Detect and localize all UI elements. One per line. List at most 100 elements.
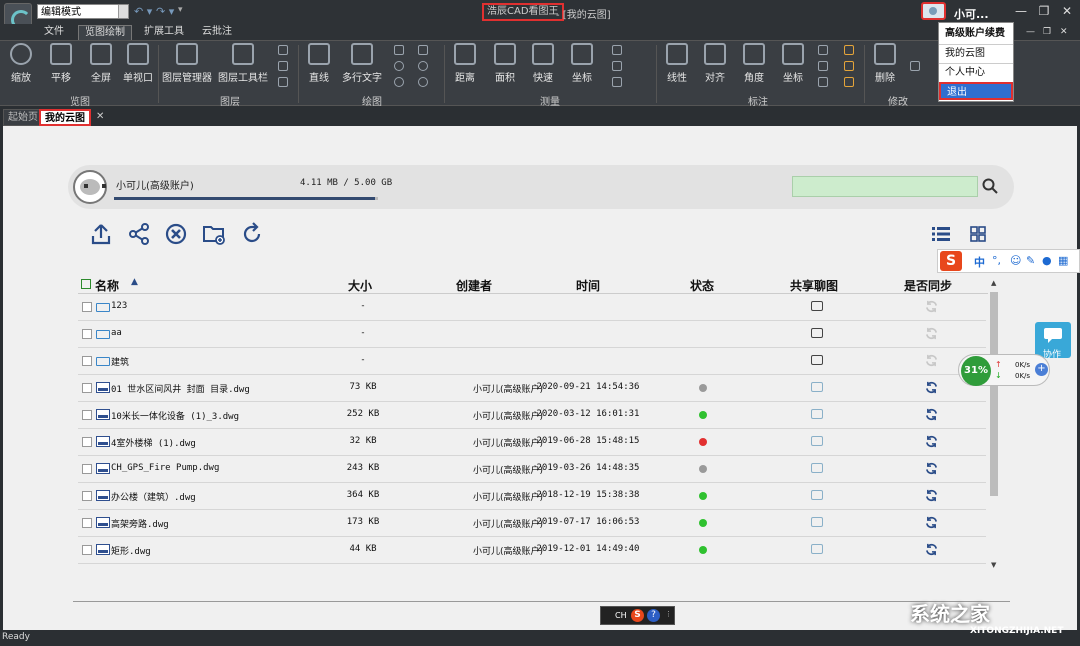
share-chat-icon[interactable] <box>811 409 823 419</box>
column-sync[interactable]: 是否同步 <box>904 277 952 294</box>
menu-cloud-annotate[interactable]: 云批注 <box>196 25 238 40</box>
fullscreen-button[interactable]: 全屏 <box>86 43 116 84</box>
layer-small-icon[interactable] <box>278 45 288 55</box>
mtext-button[interactable]: 多行文字 <box>340 43 384 84</box>
sync-icon[interactable] <box>925 489 938 502</box>
file-name[interactable]: CH_GPS_Fire Pump.dwg <box>111 463 219 473</box>
options-icon[interactable]: ⋮ <box>665 610 672 618</box>
menu-view-draw[interactable]: 览图绘制 <box>78 25 132 40</box>
mark-small-icon[interactable] <box>818 61 828 71</box>
table-row[interactable]: 矩形.dwg 44 KB 小可儿(高级账户) 2019-12-01 14:49:40 <box>78 537 986 564</box>
menu-file[interactable]: 文件 <box>38 25 70 40</box>
refresh-icon[interactable] <box>240 222 264 246</box>
sync-icon[interactable] <box>925 327 938 340</box>
sync-icon[interactable] <box>925 408 938 421</box>
single-viewport-button[interactable]: 单视口 <box>121 43 155 84</box>
help-icon[interactable]: ? <box>647 609 660 622</box>
scrollbar-thumb[interactable] <box>990 292 998 496</box>
sync-icon[interactable] <box>925 462 938 475</box>
rectangle-icon[interactable] <box>394 45 404 55</box>
layer-small-icon[interactable] <box>278 77 288 87</box>
mode-select[interactable]: 编辑模式 <box>37 4 129 19</box>
mark-small-icon[interactable] <box>818 45 828 55</box>
coordinate-button[interactable]: 坐标 <box>567 43 597 84</box>
mdi-close-button[interactable]: ✕ <box>1054 25 1074 40</box>
share-chat-icon[interactable] <box>811 382 823 392</box>
table-row[interactable]: 建筑 - <box>78 348 986 375</box>
language-bar[interactable]: CH S ? ⋮ <box>600 606 675 625</box>
mark-small-icon[interactable] <box>844 45 854 55</box>
point-icon[interactable] <box>418 77 428 87</box>
sync-icon[interactable] <box>925 516 938 529</box>
pen-icon[interactable]: ✎ <box>1026 254 1035 267</box>
delete-circle-icon[interactable] <box>164 222 188 246</box>
scroll-down-icon[interactable]: ▼ <box>991 561 996 569</box>
sync-icon[interactable] <box>925 543 938 556</box>
distance-button[interactable]: 距离 <box>450 43 480 84</box>
column-share[interactable]: 共享聊图 <box>790 277 838 294</box>
aligned-dim-button[interactable]: 对齐 <box>700 43 730 84</box>
file-name[interactable]: 10米长一体化设备 (1)_3.dwg <box>111 409 239 422</box>
sync-icon[interactable] <box>925 300 938 313</box>
table-row[interactable]: 4室外楼梯 (1).dwg 32 KB 小可儿(高级账户) 2019-06-28 15… <box>78 429 986 456</box>
table-row[interactable]: 10米长一体化设备 (1)_3.dwg 252 KB 小可儿(高级账户) 2020-0… <box>78 402 986 429</box>
minimize-button[interactable]: — <box>1010 4 1032 18</box>
pen-icon[interactable] <box>418 45 428 55</box>
layer-small-icon[interactable] <box>278 61 288 71</box>
sogou-icon[interactable]: S <box>631 609 644 622</box>
tab-close-icon[interactable]: ✕ <box>96 111 104 122</box>
share-chat-icon[interactable] <box>811 517 823 527</box>
row-checkbox[interactable] <box>82 464 92 474</box>
sync-icon[interactable] <box>925 381 938 394</box>
file-name[interactable]: 01 世水区间风井 封面 目录.dwg <box>111 382 250 395</box>
network-speed-widget[interactable]: 31% ↑ ↓ 0K/s 0K/s + <box>958 354 1050 386</box>
apps-icon[interactable]: ▦ <box>1058 254 1068 267</box>
mark-small-icon[interactable] <box>844 77 854 87</box>
add-icon[interactable]: + <box>1035 363 1048 376</box>
file-name[interactable]: 办公楼（建筑）.dwg <box>111 490 196 503</box>
ime-punct-mode[interactable]: °, <box>992 254 1001 267</box>
search-input[interactable] <box>792 176 978 197</box>
share-icon[interactable] <box>127 222 151 246</box>
file-name[interactable]: 高架旁路.dwg <box>111 517 169 530</box>
file-name[interactable]: 建筑 <box>111 355 129 368</box>
microphone-icon[interactable]: ● <box>1042 254 1052 267</box>
share-chat-icon[interactable] <box>811 328 823 338</box>
select-all-checkbox[interactable] <box>81 279 91 289</box>
username-label[interactable]: 小可... <box>954 6 989 22</box>
row-checkbox[interactable] <box>82 383 92 393</box>
menu-item-profile[interactable]: 个人中心 <box>939 64 1013 82</box>
delete-button[interactable]: 删除 <box>870 43 900 84</box>
row-checkbox[interactable] <box>82 410 92 420</box>
tab-start-page[interactable]: 起始页 <box>3 109 43 126</box>
redo-icon[interactable]: ↷ ▾ <box>156 5 174 18</box>
coordinate-dim-button[interactable]: 坐标 <box>778 43 808 84</box>
circle-icon[interactable] <box>418 61 428 71</box>
cloud-icon[interactable] <box>394 77 404 87</box>
upload-icon[interactable] <box>89 222 113 246</box>
table-row[interactable]: 01 世水区间风井 封面 目录.dwg 73 KB 小可儿(高级账户) 2020-09… <box>78 375 986 402</box>
column-name[interactable]: 名称 <box>95 277 119 294</box>
table-row[interactable]: aa - <box>78 321 986 348</box>
linear-dim-button[interactable]: 线性 <box>662 43 692 84</box>
tab-my-cloud[interactable]: 我的云图 <box>39 109 91 126</box>
pan-button[interactable]: 平移 <box>46 43 76 84</box>
area-button[interactable]: 面积 <box>490 43 520 84</box>
grid-view-icon[interactable] <box>970 226 986 242</box>
row-checkbox[interactable] <box>82 302 92 312</box>
measure-small-icon[interactable] <box>612 61 622 71</box>
file-name[interactable]: 4室外楼梯 (1).dwg <box>111 436 196 449</box>
row-checkbox[interactable] <box>82 518 92 528</box>
search-icon[interactable] <box>982 178 998 194</box>
new-folder-icon[interactable] <box>202 222 226 246</box>
menu-extend-tools[interactable]: 扩展工具 <box>138 25 190 40</box>
scroll-up-icon[interactable]: ▲ <box>991 279 996 287</box>
sort-asc-icon[interactable]: ▲ <box>131 277 138 287</box>
user-avatar-button[interactable] <box>921 2 946 20</box>
table-row[interactable]: 高架旁路.dwg 173 KB 小可儿(高级账户) 2019-07-17 16:06:… <box>78 510 986 537</box>
sync-icon[interactable] <box>925 435 938 448</box>
measure-small-icon[interactable] <box>612 77 622 87</box>
share-chat-icon[interactable] <box>811 301 823 311</box>
arc-icon[interactable] <box>394 61 404 71</box>
row-checkbox[interactable] <box>82 437 92 447</box>
